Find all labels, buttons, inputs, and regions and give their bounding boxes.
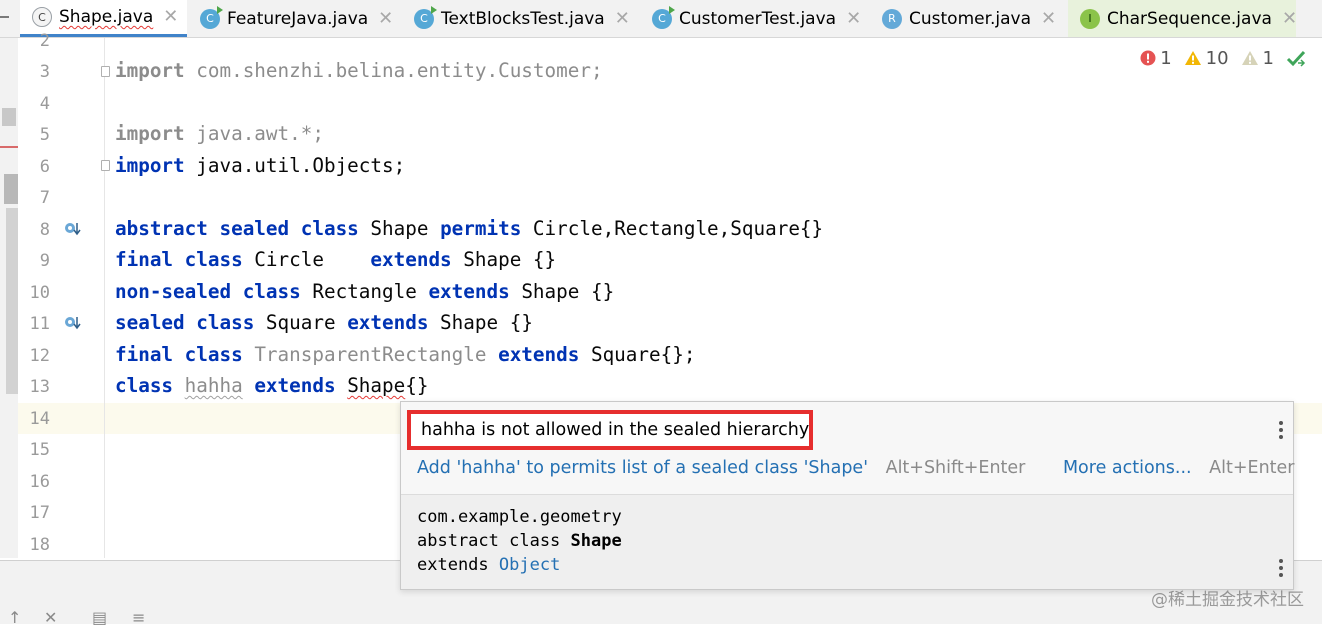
code-line-13[interactable]: class hahha extends Shape{} — [115, 375, 428, 397]
line-number: 14 — [29, 409, 50, 429]
line-number: 17 — [29, 503, 50, 523]
tab-label: Shape.java — [59, 7, 154, 27]
class-run-icon: C — [200, 5, 223, 29]
quick-fix-shortcut: Alt+Shift+Enter — [885, 458, 1026, 478]
class-run-icon: C — [652, 5, 675, 29]
line-number: 3 — [39, 62, 50, 82]
tab-customer-java[interactable]: R Customer.java ✕ — [870, 0, 1068, 37]
line-number: 8 — [39, 220, 50, 240]
line-number: 12 — [29, 346, 50, 366]
line-number: 2 — [39, 31, 50, 51]
fold-marker[interactable] — [101, 66, 110, 77]
error-message: hahha is not allowed in the sealed hiera… — [421, 420, 810, 440]
error-count[interactable]: 1 — [1140, 48, 1172, 69]
line-number: 18 — [29, 535, 50, 555]
warning-icon — [1184, 51, 1201, 65]
line-number: 5 — [39, 125, 50, 145]
tab-label: TextBlocksTest.java — [441, 8, 605, 29]
editor-tab-bar: C Shape.java ✕ C FeatureJava.java ✕ C Te… — [0, 0, 1322, 38]
tab-featurejava-java[interactable]: C FeatureJava.java ✕ — [188, 0, 402, 37]
class-icon: C — [32, 7, 52, 27]
quick-fix-link[interactable]: Add 'hahha' to permits list of a sealed … — [417, 458, 868, 478]
tab-textblockstest-java[interactable]: C TextBlocksTest.java ✕ — [402, 0, 640, 37]
code-line-9[interactable]: final class Circle extends Shape {} — [115, 249, 556, 271]
inspection-widget[interactable]: 1 10 1 — [1140, 46, 1322, 70]
gutter-divider — [104, 38, 105, 558]
code-line-8[interactable]: abstract sealed class Shape permits Circ… — [115, 218, 823, 240]
interface-icon: I — [1080, 8, 1100, 29]
quick-documentation: com.example.geometry abstract class Shap… — [401, 495, 1293, 589]
tab-label: Customer.java — [909, 8, 1032, 29]
filter-icon[interactable]: ≡ — [132, 609, 150, 627]
warning-count[interactable]: 10 — [1184, 48, 1229, 69]
tab-label: CustomerTest.java — [679, 8, 837, 29]
record-icon: R — [882, 8, 902, 29]
code-line-10[interactable]: non-sealed class Rectangle extends Shape… — [115, 281, 614, 303]
tab-customertest-java[interactable]: C CustomerTest.java ✕ — [640, 0, 870, 37]
error-tooltip-popup: hahha is not allowed in the sealed hiera… — [400, 401, 1295, 590]
weak-warning-count[interactable]: 1 — [1241, 48, 1274, 69]
code-line-5[interactable]: import java.awt.*; — [115, 123, 324, 145]
object-link[interactable]: Object — [499, 555, 560, 575]
code-line-11[interactable]: sealed class Square extends Shape {} — [115, 312, 533, 334]
line-number: 15 — [29, 440, 50, 460]
tab-label: FeatureJava.java — [227, 8, 369, 29]
weak-warning-icon — [1241, 51, 1258, 65]
close-icon[interactable]: ✕ — [615, 9, 630, 28]
error-message-box: hahha is not allowed in the sealed hiera… — [407, 410, 813, 450]
close-icon[interactable]: ✕ — [1041, 9, 1056, 28]
error-icon — [1140, 50, 1156, 66]
implemented-by-icon[interactable] — [64, 221, 82, 237]
line-number: 7 — [39, 188, 50, 208]
close-icon[interactable]: ✕ — [378, 9, 393, 28]
collapse-icon[interactable]: ✕ — [44, 609, 62, 627]
more-actions-link[interactable]: More actions... — [1063, 458, 1192, 478]
implemented-by-icon[interactable] — [64, 315, 82, 331]
line-number: 13 — [29, 377, 50, 397]
line-number: 4 — [39, 94, 50, 114]
doc-package: com.example.geometry — [417, 507, 622, 527]
line-number: 6 — [39, 157, 50, 177]
code-line-6[interactable]: import java.util.Objects; — [115, 155, 405, 177]
close-icon[interactable]: ✕ — [163, 8, 178, 26]
doc-extends: extends Object — [417, 555, 561, 575]
tab-label: CharSequence.java — [1107, 8, 1272, 29]
doc-more-options-icon[interactable] — [1279, 559, 1283, 580]
line-number: 9 — [39, 251, 50, 271]
code-line-12[interactable]: final class TransparentRectangle extends… — [115, 344, 695, 366]
layout-icon[interactable]: ▤ — [92, 609, 110, 627]
tool-window-strip — [0, 38, 19, 558]
more-actions-shortcut: Alt+Enter — [1209, 458, 1295, 478]
close-icon[interactable]: ✕ — [846, 9, 861, 28]
arrow-up-icon[interactable]: ↑ — [8, 609, 26, 627]
code-line-3[interactable]: import com.shenzhi.belina.entity.Custome… — [115, 60, 603, 82]
doc-declaration: abstract class Shape — [417, 531, 622, 551]
more-options-icon[interactable] — [1279, 421, 1283, 442]
check-icon — [1286, 49, 1310, 67]
tab-charsequence-java[interactable]: I CharSequence.java ✕ — [1068, 0, 1297, 37]
fold-marker[interactable] — [101, 160, 110, 171]
line-number: 11 — [29, 314, 50, 334]
quick-fix-row: Add 'hahha' to permits list of a sealed … — [417, 458, 1295, 478]
tab-scroll-handle[interactable] — [0, 0, 17, 37]
line-number: 10 — [29, 283, 50, 303]
class-run-icon: C — [414, 5, 437, 29]
line-number: 16 — [29, 472, 50, 492]
close-icon[interactable]: ✕ — [1282, 9, 1297, 28]
